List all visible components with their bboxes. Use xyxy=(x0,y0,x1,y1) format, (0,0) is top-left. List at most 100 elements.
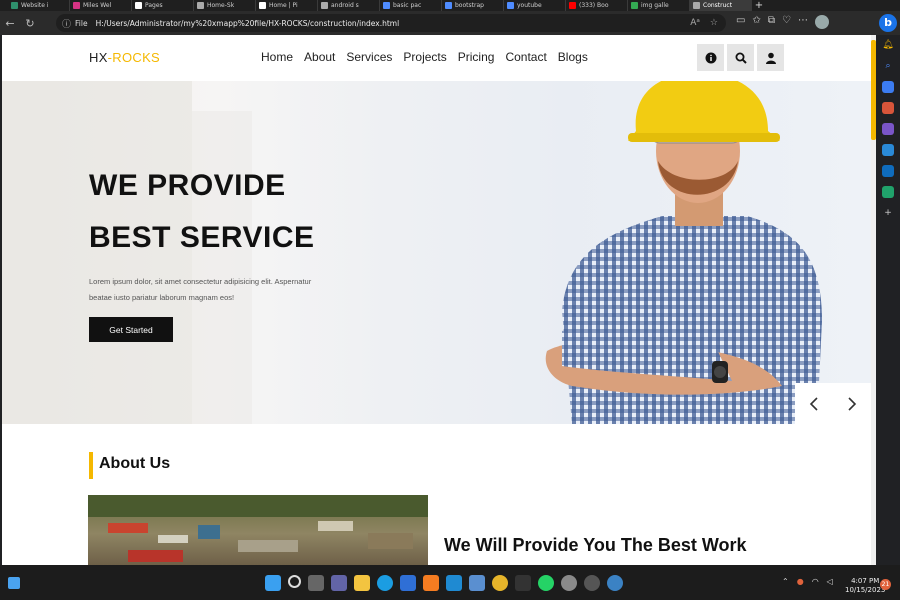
hero-description-line1: Lorem ipsum dolor, sit amet consectetur … xyxy=(89,277,312,286)
read-aloud-icon[interactable]: Aᵃ xyxy=(690,18,700,28)
copilot-icon[interactable]: b xyxy=(879,14,897,32)
slider-prev-button[interactable] xyxy=(795,383,833,424)
tab-title: (333) Boo xyxy=(579,2,609,9)
web-page: HX-ROCKS Home About Services Projects Pricin… xyxy=(2,35,871,565)
more-menu-icon[interactable]: ⋯ xyxy=(798,15,808,29)
address-url[interactable]: H:/Users/Administrator/my%20xmapp%20file… xyxy=(96,19,400,28)
user-button[interactable] xyxy=(757,44,784,71)
info-icon[interactable]: ⓘ xyxy=(62,17,71,30)
health-icon[interactable]: ♡ xyxy=(782,15,791,29)
photos-icon[interactable] xyxy=(469,575,485,591)
windows-taskbar: ⌃ ● ◠ ◁ 4:07 PM 10/15/2023 21 xyxy=(0,565,900,600)
volume-icon[interactable]: ◁ xyxy=(827,577,833,586)
outlook-icon[interactable] xyxy=(882,165,894,177)
chevron-left-icon xyxy=(809,396,818,411)
browser-tab[interactable]: android s xyxy=(318,0,380,11)
settings-icon[interactable] xyxy=(561,575,577,591)
back-icon[interactable]: ← xyxy=(0,17,20,30)
nav-link-projects[interactable]: Projects xyxy=(403,50,446,64)
new-tab-button[interactable]: + xyxy=(752,0,766,11)
tag-icon[interactable] xyxy=(882,81,894,93)
chrome-icon[interactable] xyxy=(492,575,508,591)
whatsapp-icon[interactable] xyxy=(538,575,554,591)
xampp-icon[interactable] xyxy=(423,575,439,591)
browser-tab[interactable]: youtube xyxy=(504,0,566,11)
store-icon[interactable] xyxy=(400,575,416,591)
edge-icon[interactable] xyxy=(377,575,393,591)
tab-favicon-icon xyxy=(631,2,638,9)
nav-link-about[interactable]: About xyxy=(304,50,335,64)
terminal-icon[interactable] xyxy=(515,575,531,591)
microphone-icon[interactable]: ● xyxy=(797,577,804,586)
info-button[interactable] xyxy=(697,44,724,71)
favorites-icon[interactable]: ✩ xyxy=(752,15,760,29)
split-screen-icon[interactable]: ▭ xyxy=(736,15,745,29)
tab-favicon-icon xyxy=(259,2,266,9)
favorite-star-icon[interactable]: ☆ xyxy=(710,18,718,28)
slider-next-button[interactable] xyxy=(833,383,871,424)
reload-icon[interactable]: ↻ xyxy=(20,17,40,30)
vscode-icon[interactable] xyxy=(446,575,462,591)
search-icon[interactable]: ⌕ xyxy=(882,60,894,72)
hero-description: Lorem ipsum dolor, sit amet consectetur … xyxy=(89,274,351,306)
browser-tab[interactable]: Home | Pi xyxy=(256,0,318,11)
search-icon xyxy=(735,52,747,64)
background-building xyxy=(192,111,252,424)
task-view-icon[interactable] xyxy=(308,575,324,591)
profile-avatar[interactable] xyxy=(814,15,829,29)
address-bar[interactable]: ⓘ File H:/Users/Administrator/my%20xmapp… xyxy=(56,14,726,32)
logo-text-primary: HX xyxy=(89,50,108,65)
tab-favicon-icon xyxy=(507,2,514,9)
collections-icon[interactable]: ⧉ xyxy=(768,15,775,29)
browser-tab[interactable]: Construct xyxy=(690,0,752,11)
tab-favicon-icon xyxy=(135,2,142,9)
add-icon[interactable]: + xyxy=(882,207,894,219)
copilot-sidebar-icon[interactable] xyxy=(882,144,894,156)
nav-link-home[interactable]: Home xyxy=(261,50,293,64)
bell-icon[interactable]: 🔔︎ xyxy=(882,39,894,51)
taskbar-apps xyxy=(265,575,623,591)
get-started-button[interactable]: Get Started xyxy=(89,317,173,342)
nav-link-services[interactable]: Services xyxy=(346,50,392,64)
info-icon xyxy=(705,52,716,63)
explorer-icon[interactable] xyxy=(354,575,370,591)
about-accent-bar xyxy=(89,452,93,479)
nav-link-pricing[interactable]: Pricing xyxy=(458,50,495,64)
widgets-icon[interactable] xyxy=(8,577,20,589)
briefcase-icon[interactable] xyxy=(882,102,894,114)
nav-icon-buttons xyxy=(697,44,784,71)
browser-tab[interactable]: img galle xyxy=(628,0,690,11)
browser-tab[interactable]: Home-Sk xyxy=(194,0,256,11)
tab-title: Home | Pi xyxy=(269,2,298,9)
search-button[interactable] xyxy=(727,44,754,71)
tab-title: basic pac xyxy=(393,2,422,9)
slider-controls xyxy=(795,383,871,424)
browser-tab[interactable]: Miles Wel xyxy=(70,0,132,11)
nav-link-blogs[interactable]: Blogs xyxy=(558,50,588,64)
chevron-up-icon[interactable]: ⌃ xyxy=(782,577,789,586)
globe-icon[interactable] xyxy=(607,575,623,591)
wifi-icon[interactable]: ◠ xyxy=(812,577,819,586)
browser-tab[interactable]: bootstrap xyxy=(442,0,504,11)
drop-icon[interactable] xyxy=(882,186,894,198)
tab-favicon-icon xyxy=(569,2,576,9)
worker-image xyxy=(545,81,822,424)
address-scheme: File xyxy=(75,18,88,28)
chrome-dev-icon[interactable] xyxy=(584,575,600,591)
user-icon xyxy=(765,52,776,64)
notification-badge[interactable]: 21 xyxy=(880,579,891,590)
browser-tab[interactable]: (333) Boo xyxy=(566,0,628,11)
nav-link-contact[interactable]: Contact xyxy=(505,50,546,64)
browser-tab[interactable]: Website i xyxy=(8,0,70,11)
search-icon[interactable] xyxy=(288,575,301,588)
browser-tab[interactable]: basic pac xyxy=(380,0,442,11)
start-icon[interactable] xyxy=(265,575,281,591)
site-logo[interactable]: HX-ROCKS xyxy=(89,50,160,65)
tab-favicon-icon xyxy=(11,2,18,9)
games-icon[interactable] xyxy=(882,123,894,135)
tab-favicon-icon xyxy=(321,2,328,9)
site-navbar: HX-ROCKS Home About Services Projects Pricin… xyxy=(2,35,871,81)
browser-toolbar: ← ↻ ⓘ File H:/Users/Administrator/my%20x… xyxy=(0,11,900,35)
browser-tab[interactable]: Pages xyxy=(132,0,194,11)
teams-icon[interactable] xyxy=(331,575,347,591)
